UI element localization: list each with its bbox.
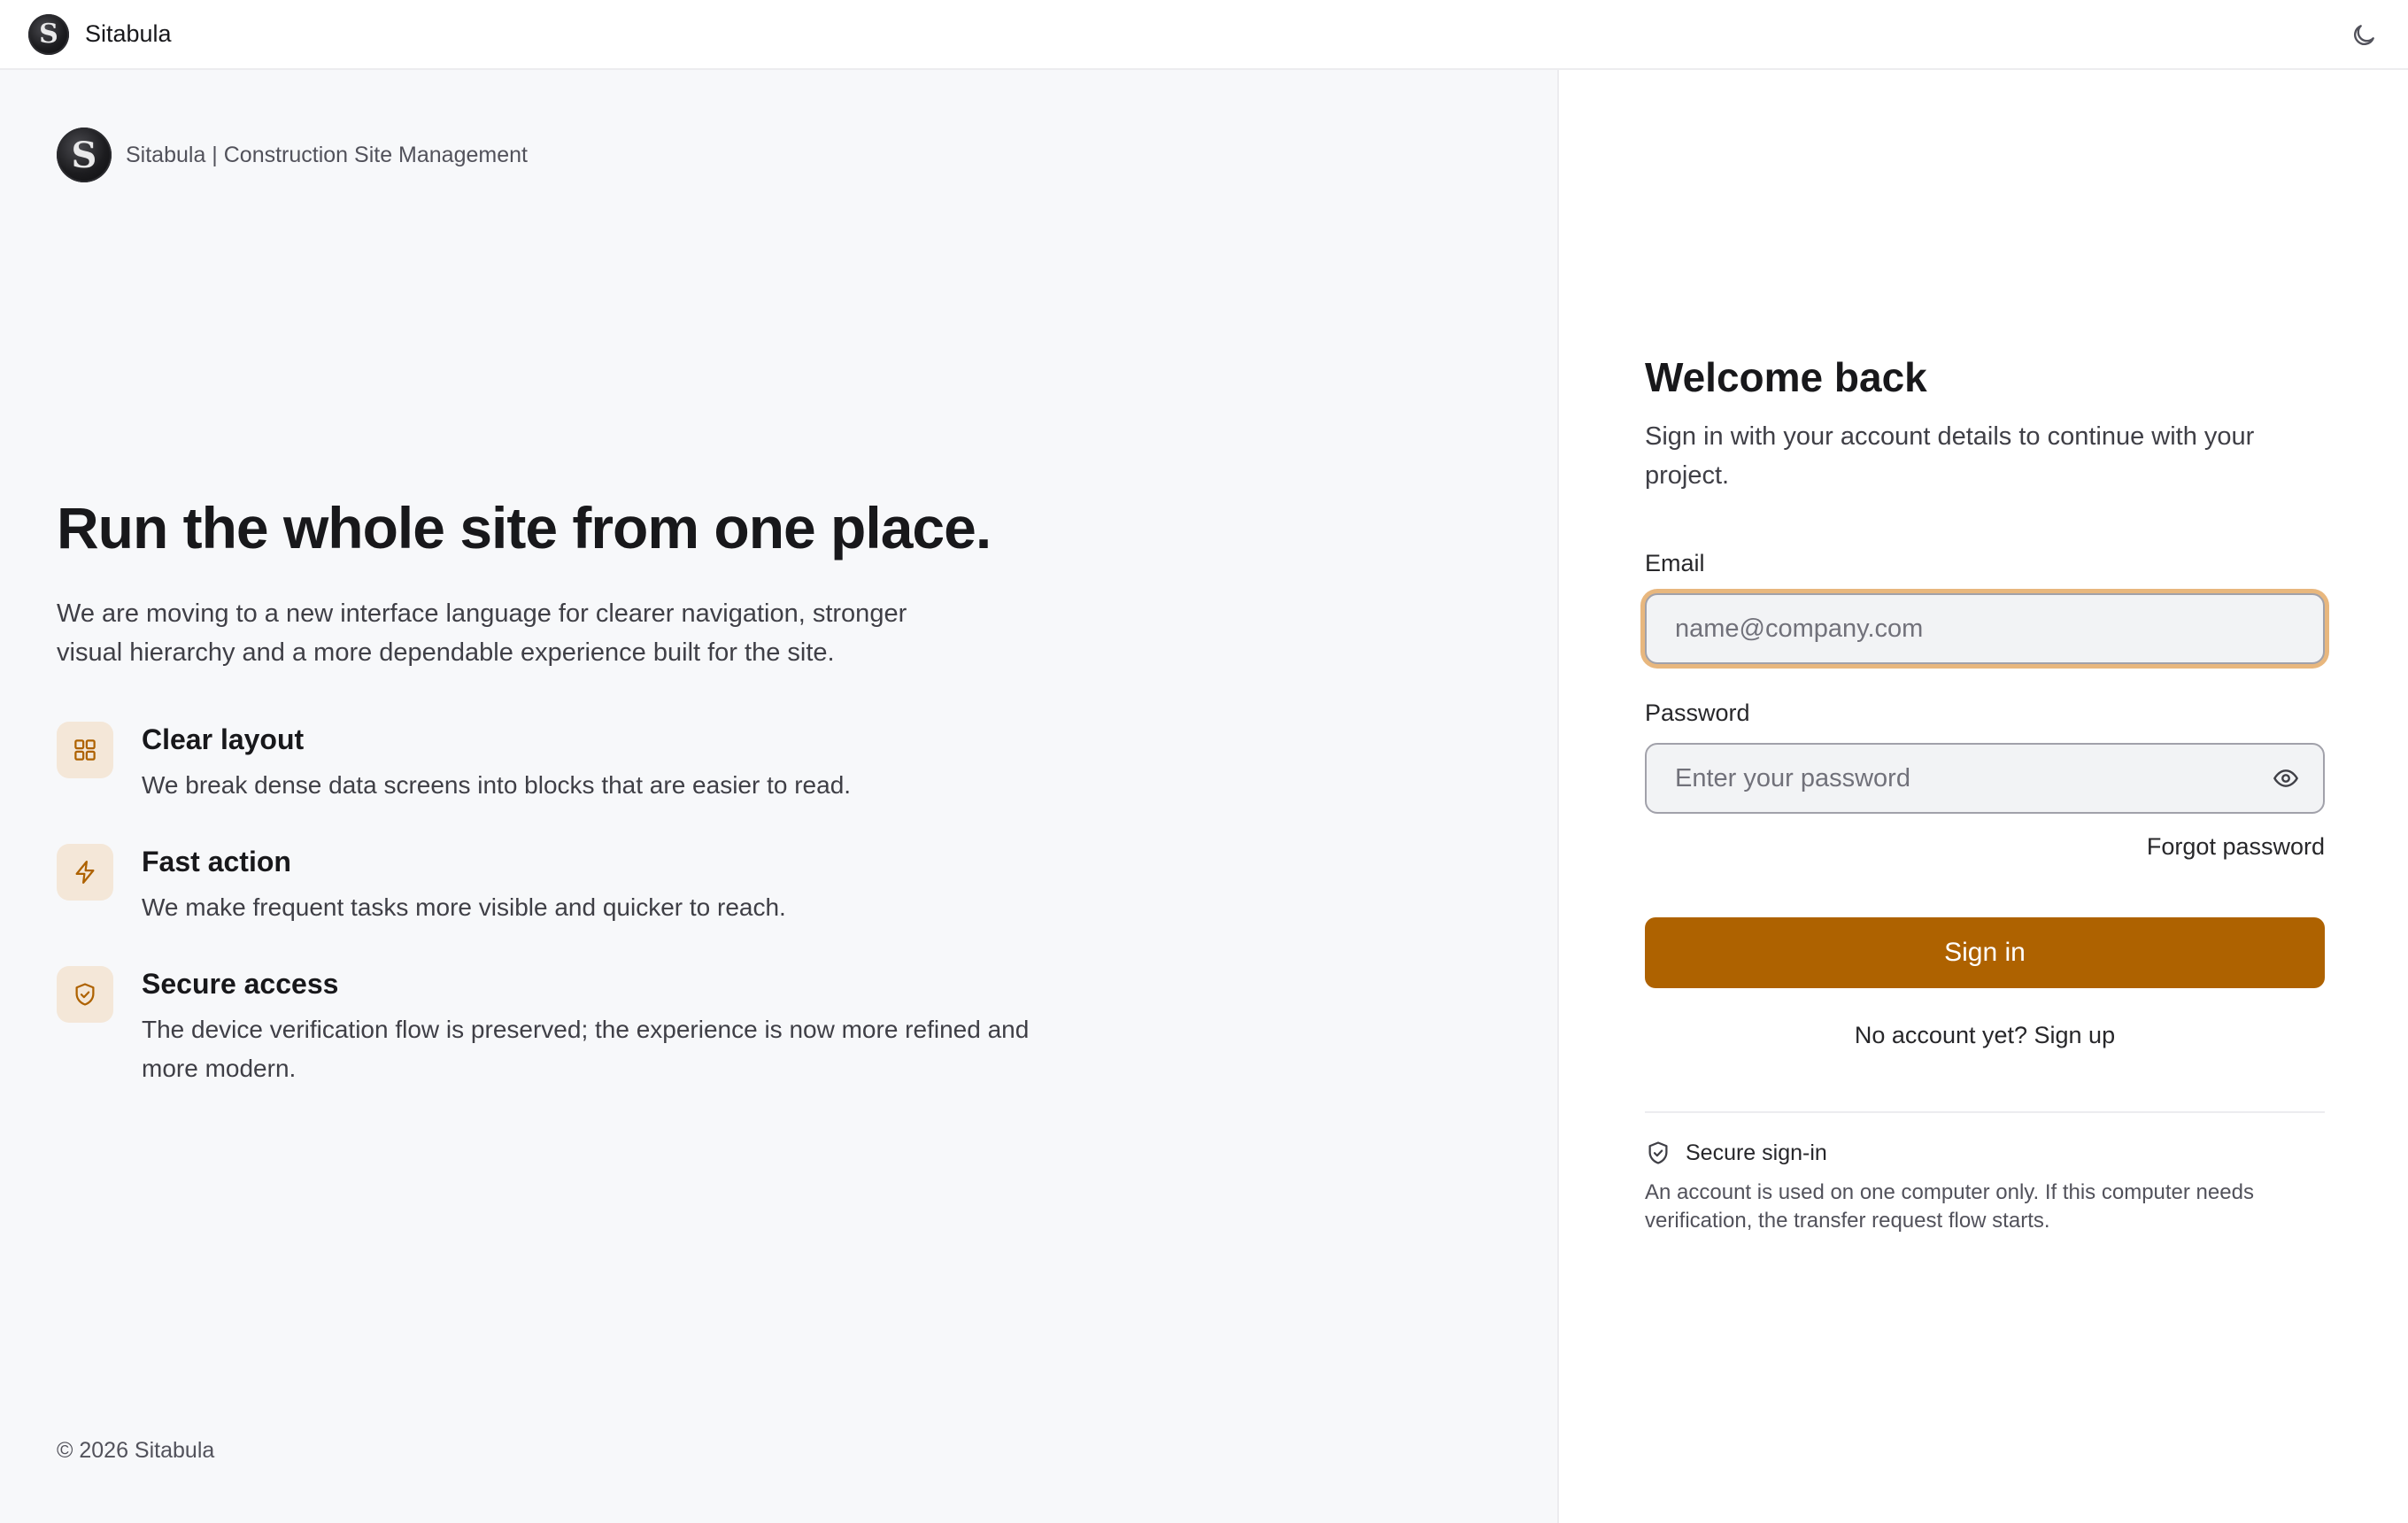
logo-letter: S: [71, 134, 97, 176]
feature-description: The device verification flow is preserve…: [142, 1015, 1030, 1082]
divider: [1645, 1111, 2325, 1113]
marketing-panel: S Sitabula | Construction Site Managemen…: [0, 70, 1559, 1523]
signin-form: Welcome back Sign in with your account d…: [1645, 353, 2325, 1235]
grid-icon: [74, 739, 96, 761]
feature-title: Fast action: [142, 845, 291, 877]
form-title: Welcome back: [1645, 354, 1927, 400]
email-input[interactable]: [1645, 593, 2325, 664]
lightning-icon: [75, 860, 95, 884]
forgot-password-link[interactable]: Forgot password: [1645, 833, 2325, 861]
email-label: Email: [1645, 550, 1705, 576]
feature-description: We make frequent tasks more visible and …: [142, 893, 786, 921]
feature-icon-tile: [57, 721, 113, 778]
panel-brand-text: Sitabula | Construction Site Management: [126, 142, 528, 167]
logo-letter: S: [39, 19, 58, 50]
email-field-wrap: [1645, 593, 2325, 664]
feature-title: Secure access: [142, 967, 339, 1000]
sign-up-link[interactable]: No account yet? Sign up: [1645, 1022, 2325, 1049]
theme-toggle-button[interactable]: [2346, 18, 2381, 53]
secure-signin-note: An account is used on one computer only.…: [1645, 1180, 2254, 1233]
moon-icon: [2354, 25, 2374, 45]
feature-title: Clear layout: [142, 723, 305, 755]
shield-check-icon: [75, 983, 95, 1006]
brand-logo[interactable]: S: [28, 13, 69, 55]
hero-headline: Run the whole site from one place.: [57, 495, 992, 560]
hero: Run the whole site from one place. We ar…: [57, 495, 1030, 1127]
feature-item-clear-layout: Clear layout We break dense data screens…: [57, 721, 1030, 805]
copyright: © 2026 Sitabula: [57, 1438, 215, 1463]
panel-brand: S Sitabula | Construction Site Managemen…: [57, 128, 528, 182]
form-subtitle: Sign in with your account details to con…: [1645, 422, 2255, 490]
feature-list: Clear layout We break dense data screens…: [57, 721, 1030, 1088]
password-input[interactable]: [1645, 743, 2325, 814]
panel-logo: S: [57, 128, 112, 182]
sign-in-button[interactable]: Sign in: [1645, 917, 2325, 988]
eye-icon[interactable]: [2272, 764, 2300, 792]
shield-check-icon: [1648, 1141, 1668, 1164]
password-label: Password: [1645, 700, 1750, 726]
feature-description: We break dense data screens into blocks …: [142, 770, 852, 799]
password-field-wrap: [1645, 743, 2325, 814]
signin-panel: Welcome back Sign in with your account d…: [1560, 70, 2408, 1523]
feature-item-fast-action: Fast action We make frequent tasks more …: [57, 843, 1030, 927]
feature-item-secure-access: Secure access The device verification fl…: [57, 965, 1030, 1088]
top-bar: S Sitabula: [0, 0, 2408, 70]
secure-signin-title: Secure sign-in: [1686, 1140, 1827, 1165]
hero-lead: We are moving to a new interface languag…: [57, 599, 907, 667]
secure-signin-header: Secure sign-in: [1645, 1140, 2325, 1166]
feature-icon-tile: [57, 965, 113, 1023]
brand-name[interactable]: Sitabula: [85, 20, 172, 48]
feature-icon-tile: [57, 843, 113, 901]
